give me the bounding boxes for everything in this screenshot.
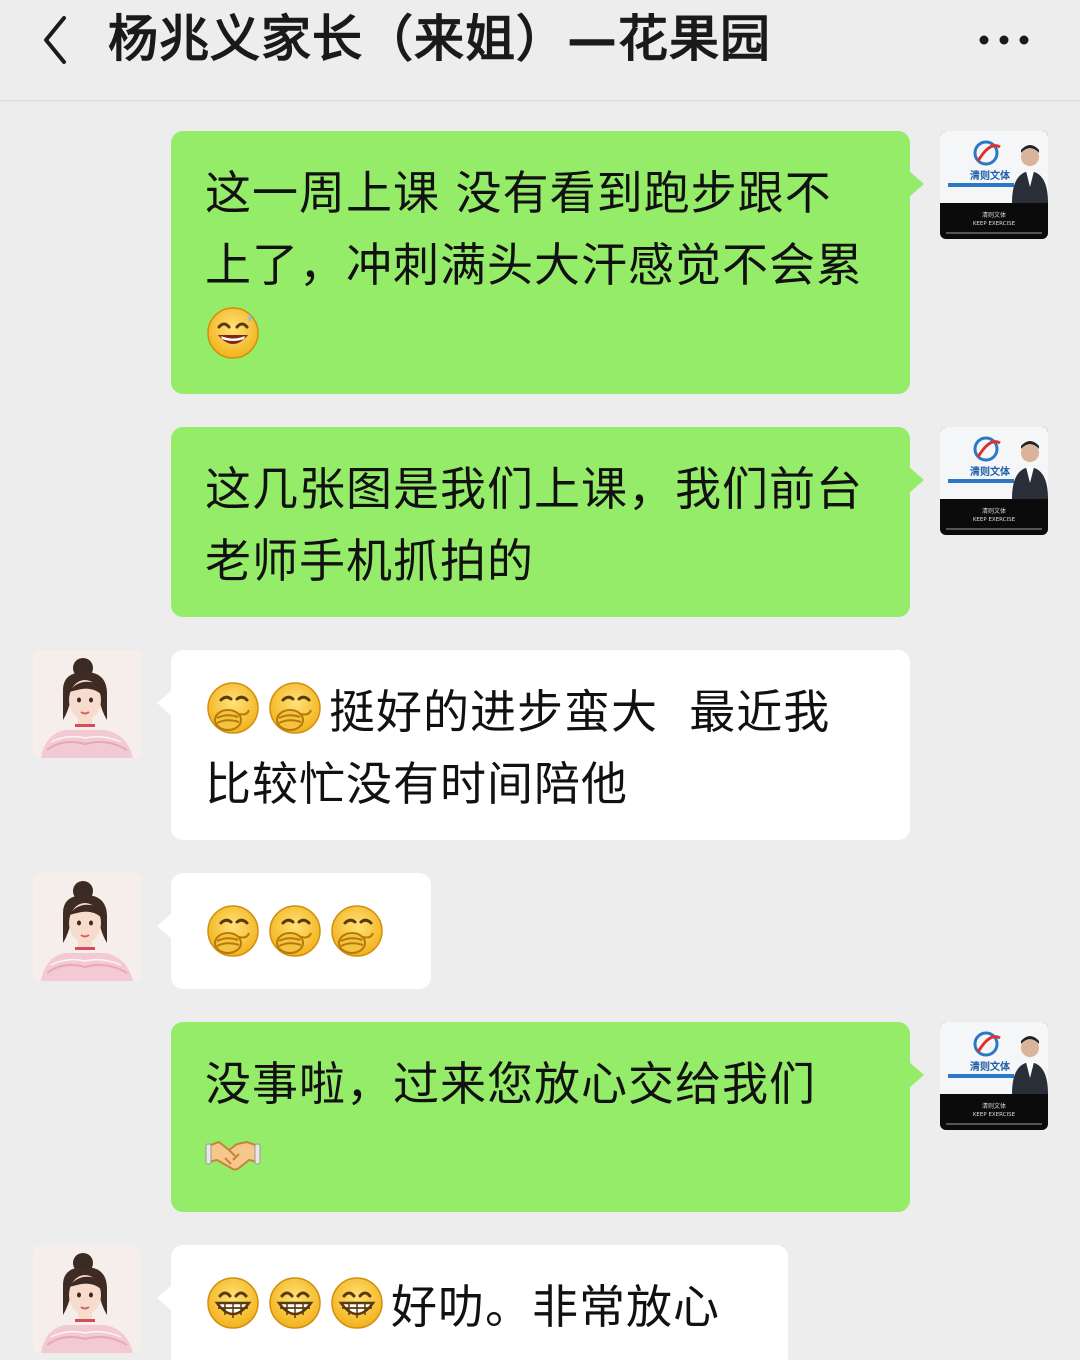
brand-avatar-image [940,427,1048,535]
back-button[interactable] [26,10,86,70]
message-text: 这几张图是我们上课，我们前台老师手机抓拍的 [205,462,863,588]
chat-header: 杨兆义家长（来姐）—花果园 [0,0,1080,101]
self-avatar[interactable] [940,131,1048,239]
girl-avatar-image [33,1245,141,1353]
message-bubble-incoming[interactable]: 挺好的进步蛮大 最近我比较忙没有时间陪他 [157,650,910,840]
hand-over-mouth-emoji-icon [329,903,385,959]
grinning-sweat-emoji-icon [205,305,261,361]
chat-screen: 杨兆义家长（来姐）—花果园 这一周上课 没有看到跑步跟不上了，冲刺满头大汗感觉不… [0,0,1080,1360]
more-button[interactable] [974,20,1034,60]
self-avatar[interactable] [940,427,1048,535]
brand-avatar-image [940,131,1048,239]
message-text: 这一周上课 没有看到跑步跟不上了，冲刺满头大汗感觉不会累 [205,166,863,292]
girl-avatar-image [33,650,141,758]
message-bubble-outgoing[interactable]: 这一周上课 没有看到跑步跟不上了，冲刺满头大汗感觉不会累 [171,131,924,394]
message-bubble-incoming[interactable]: 好叻。非常放心 [157,1245,788,1360]
girl-avatar-image [33,873,141,981]
peer-avatar[interactable] [33,1245,141,1353]
more-dots-icon [979,35,1029,45]
chat-title: 杨兆义家长（来姐）—花果园 [108,10,771,68]
grinning-emoji-icon [205,1275,261,1331]
grinning-emoji-icon [329,1275,385,1331]
hand-over-mouth-emoji-icon [267,903,323,959]
message-bubble-outgoing[interactable]: 没事啦，过来您放心交给我们 [171,1022,924,1212]
hand-over-mouth-emoji-icon [205,680,261,736]
hand-over-mouth-emoji-icon [267,680,323,736]
message-text: 没事啦，过来您放心交给我们 [205,1057,816,1111]
hand-over-mouth-emoji-icon [205,903,261,959]
handshake-emoji-icon [205,1124,261,1180]
peer-avatar[interactable] [33,873,141,981]
self-avatar[interactable] [940,1022,1048,1130]
peer-avatar[interactable] [33,650,141,758]
chevron-left-icon [44,16,66,64]
brand-avatar-image [940,1022,1048,1130]
message-bubble-incoming[interactable] [157,873,431,989]
message-text: 好叻。非常放心 [391,1280,720,1334]
message-bubble-outgoing[interactable]: 这几张图是我们上课，我们前台老师手机抓拍的 [171,427,924,617]
grinning-emoji-icon [267,1275,323,1331]
